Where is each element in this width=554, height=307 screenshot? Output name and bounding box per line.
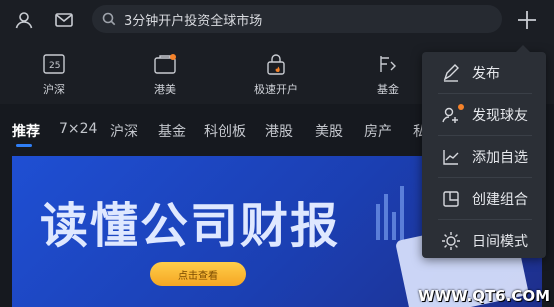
menu-label: 日间模式 — [472, 233, 528, 250]
pen-icon — [440, 62, 462, 84]
quick-label: 基金 — [377, 83, 399, 96]
quick-label: 港美 — [154, 83, 176, 96]
tab-star-market[interactable]: 科创板 — [204, 121, 246, 141]
quick-item-hs[interactable]: 25 沪深 — [24, 50, 84, 97]
search-icon — [100, 10, 118, 28]
plus-icon[interactable] — [512, 6, 542, 34]
quick-item-open-account[interactable]: 极速开户 — [246, 50, 306, 97]
decor-bar — [400, 186, 404, 240]
sun-icon — [440, 230, 462, 252]
fund-icon — [358, 50, 418, 78]
tab-fund[interactable]: 基金 — [158, 121, 186, 141]
menu-item-post[interactable]: 发布 — [422, 52, 546, 93]
notification-dot — [458, 103, 464, 110]
quick-label: 沪深 — [43, 83, 65, 96]
tab-hk-stocks[interactable]: 港股 — [265, 121, 293, 141]
chart-line-icon — [440, 146, 462, 168]
add-friend-icon — [440, 103, 464, 126]
menu-label: 添加自选 — [472, 149, 528, 166]
tab-property[interactable]: 房产 — [364, 121, 392, 141]
menu-item-find-friends[interactable]: 发现球友 — [422, 94, 546, 135]
quick-item-hk-us[interactable]: 港美 — [135, 50, 195, 97]
search-placeholder: 3分钟开户投资全球市场 — [124, 13, 263, 29]
watermark: WWW.QT6.COM — [418, 287, 550, 305]
tab-recommend[interactable]: 推荐 — [12, 121, 40, 141]
search-bar[interactable]: 3分钟开户投资全球市场 — [92, 5, 502, 33]
active-tab-indicator — [16, 144, 32, 147]
lock-fire-icon — [246, 50, 306, 78]
hs-index-icon: 25 — [24, 50, 84, 78]
tab-7x24[interactable]: 7×24 — [59, 121, 97, 137]
quick-label: 极速开户 — [254, 83, 298, 96]
portfolio-icon — [440, 188, 462, 210]
quick-item-fund[interactable]: 基金 — [358, 50, 418, 97]
menu-label: 发布 — [472, 65, 500, 82]
decor-bar — [384, 194, 388, 240]
user-icon[interactable] — [10, 6, 38, 34]
decor-bar — [376, 204, 380, 240]
decor-bar — [392, 212, 396, 240]
menu-item-day-mode[interactable]: 日间模式 — [422, 220, 546, 261]
menu-label: 发现球友 — [472, 107, 528, 124]
plus-popup-menu: 发布 发现球友 添加自选 创建组合 日间模式 — [422, 45, 546, 261]
banner-view-button[interactable]: 点击查看 — [150, 262, 246, 286]
mail-icon[interactable] — [50, 6, 78, 34]
menu-item-add-watchlist[interactable]: 添加自选 — [422, 136, 546, 177]
tab-us-stocks[interactable]: 美股 — [315, 121, 343, 141]
tab-hs[interactable]: 沪深 — [110, 121, 138, 141]
menu-item-create-portfolio[interactable]: 创建组合 — [422, 178, 546, 219]
svg-text:25: 25 — [49, 61, 60, 71]
banner-title: 读懂公司财报 — [40, 198, 341, 254]
menu-label: 创建组合 — [472, 191, 528, 208]
hk-us-icon — [135, 50, 195, 78]
top-bar: 3分钟开户投资全球市场 — [0, 0, 554, 40]
